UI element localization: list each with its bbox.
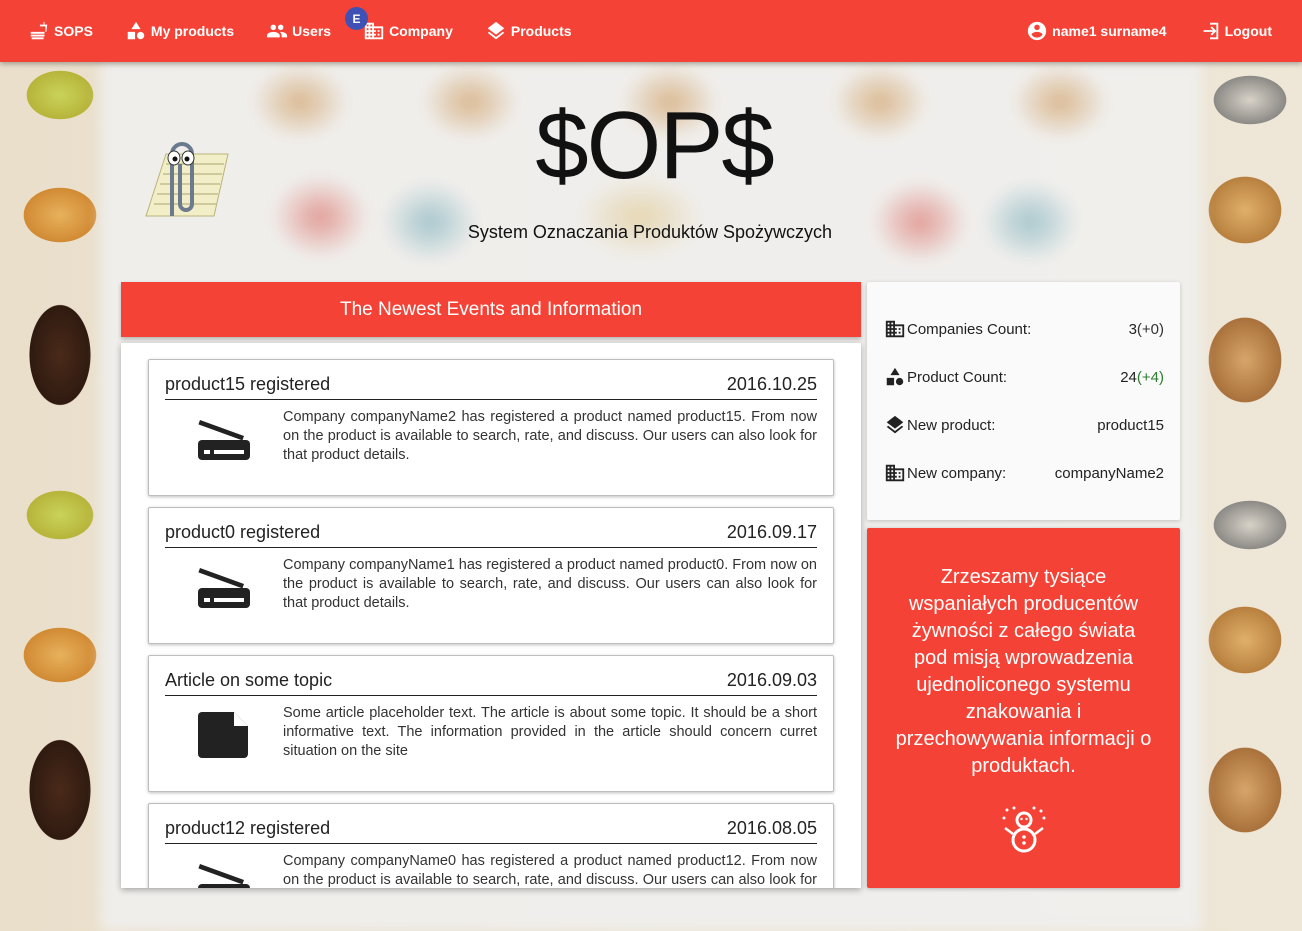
stat-label: New company:	[907, 464, 1007, 482]
event-header: product12 registered 2016.08.05	[165, 804, 817, 844]
nav-user-name: name1 surname4	[1052, 23, 1167, 39]
scanner-icon	[198, 568, 250, 608]
snowman-icon	[1002, 806, 1045, 853]
event-body: Company companyName0 has registered a pr…	[165, 852, 817, 888]
event-title: product0 registered	[165, 522, 321, 542]
event-card[interactable]: product15 registered 2016.10.25 Company …	[148, 359, 834, 496]
logout-icon	[1203, 22, 1218, 40]
event-title: product15 registered	[165, 374, 331, 394]
event-card[interactable]: product12 registered 2016.08.05 Company …	[148, 803, 834, 888]
nav-products-label: Products	[510, 23, 572, 39]
food-tray-icon	[30, 21, 48, 40]
event-card[interactable]: product0 registered 2016.09.17 Company c…	[148, 507, 834, 644]
event-title: product12 registered	[165, 818, 331, 838]
stat-value: 3(+0)	[1129, 321, 1164, 338]
event-text: Company companyName1 has registered a pr…	[283, 557, 817, 611]
nav-my-products[interactable]: My products	[109, 0, 250, 62]
stat-companies-count: Companies Count: 3(+0)	[884, 305, 1164, 353]
event-text: Some article placeholder text. The artic…	[283, 705, 817, 759]
nav-my-products-label: My products	[150, 23, 235, 39]
stat-product-count: Product Count: 24(+4)	[884, 353, 1164, 401]
promo-panel: Zrzeszamy tysiące wspaniałych producentó…	[867, 528, 1180, 888]
promo-text: Zrzeszamy tysiące wspaniałych producentó…	[895, 566, 1152, 777]
event-header: product0 registered 2016.09.17	[165, 508, 817, 548]
nav-products[interactable]: Products	[469, 0, 588, 62]
stat-delta: (+0)	[1136, 320, 1164, 338]
stat-label: New product:	[907, 416, 996, 434]
event-date: 2016.09.03	[726, 670, 817, 690]
users-icon	[267, 24, 288, 38]
shapes-icon	[127, 21, 145, 40]
stat-value[interactable]: product15	[1097, 417, 1164, 434]
account-circle-icon	[1028, 21, 1047, 41]
event-text: Company companyName2 has registered a pr…	[283, 409, 817, 463]
nav-user-profile[interactable]: name1 surname4	[1010, 0, 1182, 62]
event-date: 2016.08.05	[726, 818, 817, 838]
events-title: The Newest Events and Information	[339, 298, 643, 320]
stat-value: 24(+4)	[1120, 369, 1164, 386]
event-body: Company companyName2 has registered a pr…	[165, 408, 817, 465]
layers-icon	[487, 21, 505, 40]
stat-number: 3	[1128, 320, 1137, 338]
scanner-icon	[198, 864, 250, 888]
building-icon	[885, 464, 905, 482]
event-icon-wrap	[165, 408, 283, 465]
page-subtitle: System Oznaczania Produktów Spożywczych	[467, 222, 833, 242]
event-date: 2016.10.25	[726, 374, 817, 394]
shapes-icon	[886, 367, 904, 386]
nav-brand-sops[interactable]: SOPS	[0, 0, 109, 62]
events-header: The Newest Events and Information	[121, 282, 861, 337]
stat-number: 24	[1120, 368, 1137, 386]
nav-company-label: Company	[389, 23, 453, 39]
nav-users[interactable]: Users	[250, 0, 347, 62]
event-header: Article on some topic 2016.09.03	[165, 656, 817, 696]
stat-label: Companies Count:	[907, 320, 1032, 338]
stat-label: Product Count:	[907, 368, 1008, 386]
event-icon-wrap	[165, 852, 283, 888]
nav-logout[interactable]: Logout	[1183, 0, 1302, 62]
stat-value[interactable]: companyName2	[1055, 465, 1164, 482]
nav-company[interactable]: Company	[347, 0, 469, 62]
event-text: Company companyName0 has registered a pr…	[283, 853, 817, 888]
event-card[interactable]: Article on some topic 2016.09.03 Some ar…	[148, 655, 834, 792]
event-title: Article on some topic	[165, 670, 333, 690]
note-icon	[198, 712, 248, 758]
layers-icon	[886, 415, 904, 434]
nav-users-label: Users	[292, 23, 332, 39]
event-icon-wrap	[165, 704, 283, 761]
stat-delta: (+4)	[1136, 368, 1164, 386]
nav-logout-label: Logout	[1224, 23, 1272, 39]
event-icon-wrap	[165, 556, 283, 613]
top-navbar: SOPS My products Users Company Products …	[0, 0, 1302, 62]
scanner-icon	[198, 420, 250, 460]
event-body: Some article placeholder text. The artic…	[165, 704, 817, 761]
stat-new-company: New company: companyName2	[884, 449, 1164, 497]
nav-brand-label: SOPS	[54, 23, 93, 39]
event-body: Company companyName1 has registered a pr…	[165, 556, 817, 613]
company-badge[interactable]: E	[345, 7, 368, 30]
building-icon	[885, 320, 905, 338]
event-date: 2016.09.17	[726, 522, 817, 542]
stat-new-product: New product: product15	[884, 401, 1164, 449]
clippy-icon	[145, 142, 229, 217]
events-list[interactable]: product15 registered 2016.10.25 Company …	[121, 343, 861, 888]
stats-panel: Companies Count: 3(+0) Product Count: 24…	[867, 282, 1180, 520]
page-title: $OP$	[535, 92, 774, 199]
event-header: product15 registered 2016.10.25	[165, 360, 817, 400]
